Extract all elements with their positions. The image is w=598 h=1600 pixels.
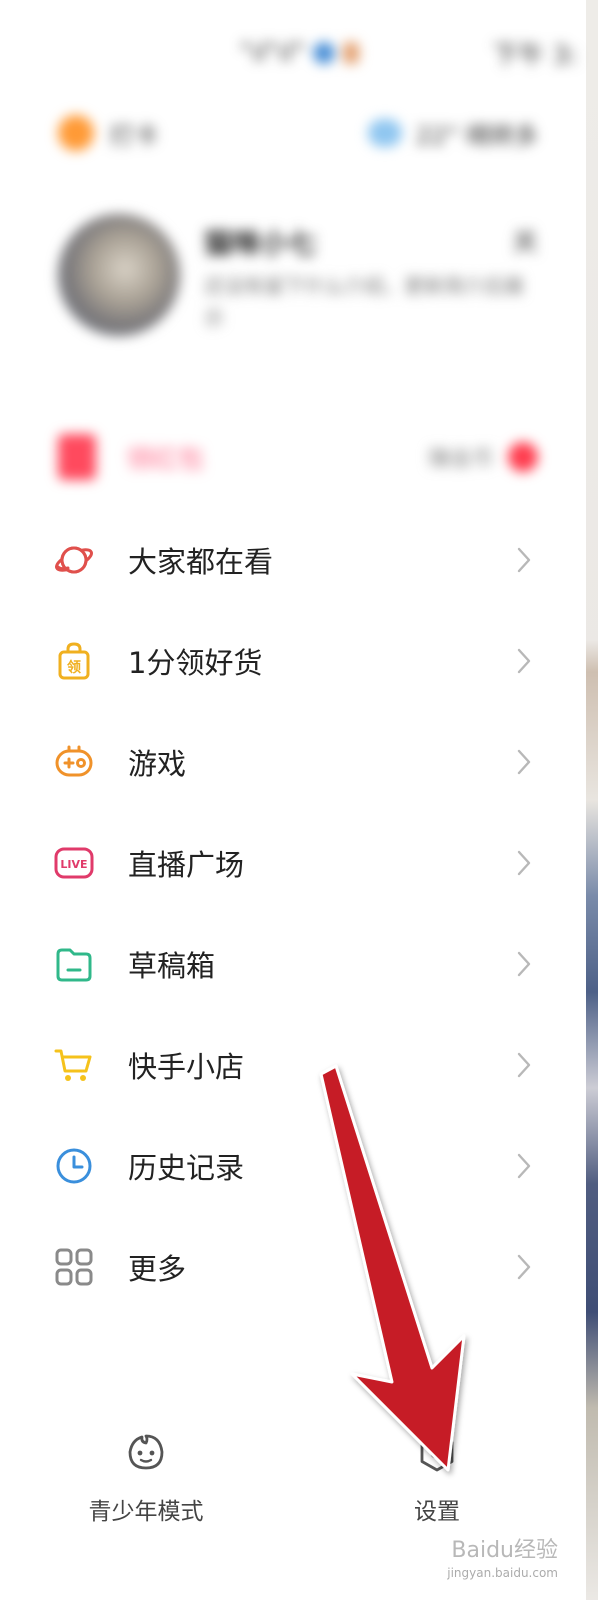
menu-list: 大家都在看 领 1分领好货 游戏 LIVE 直播广场 草稿箱 快手小店 历史记录… bbox=[0, 509, 586, 1317]
status-icons: "ıl"ıl" bbox=[240, 38, 359, 68]
avatar[interactable] bbox=[58, 214, 180, 336]
top-row: 打卡 22° 晴转多 bbox=[58, 108, 538, 158]
chevron-right-icon bbox=[514, 849, 534, 877]
grid-icon bbox=[54, 1247, 94, 1287]
checkin-button[interactable]: 打卡 bbox=[58, 115, 158, 151]
child-face-icon bbox=[124, 1430, 168, 1478]
battery-icon bbox=[342, 42, 359, 64]
gift-bag-icon: 领 bbox=[54, 641, 94, 681]
menu-item-live[interactable]: LIVE 直播广场 bbox=[0, 812, 586, 913]
checkin-icon bbox=[58, 115, 94, 151]
chevron-right-icon bbox=[514, 546, 534, 574]
menu-item-drafts[interactable]: 草稿箱 bbox=[0, 913, 586, 1014]
cart-icon bbox=[54, 1045, 94, 1085]
live-icon-text: LIVE bbox=[60, 858, 87, 871]
bottom-bar: 青少年模式 设置 bbox=[0, 1430, 586, 1540]
chevron-right-icon bbox=[514, 1051, 534, 1079]
settings-button[interactable]: 设置 bbox=[404, 1430, 470, 1526]
promo-label: 领红包 bbox=[126, 444, 205, 475]
weather-widget[interactable]: 22° 晴转多 bbox=[367, 116, 538, 151]
live-icon: LIVE bbox=[54, 843, 94, 883]
gamepad-icon bbox=[54, 742, 94, 782]
weather-label: 22° 晴转多 bbox=[415, 121, 538, 150]
gift-bag-icon-text: 领 bbox=[67, 659, 81, 676]
watermark-text: Baidu经验 bbox=[451, 1538, 558, 1563]
watermark: Baidu经验 jingyan.baidu.com bbox=[447, 1540, 558, 1584]
chevron-right-icon bbox=[514, 748, 534, 776]
promo-right-label: 赚金币 bbox=[427, 447, 494, 472]
menu-label: 快手小店 bbox=[128, 1049, 245, 1084]
menu-item-trending[interactable]: 大家都在看 bbox=[0, 509, 586, 610]
settings-label: 设置 bbox=[414, 1499, 460, 1525]
folder-icon bbox=[54, 944, 94, 984]
menu-item-more[interactable]: 更多 bbox=[0, 1216, 586, 1317]
planet-icon bbox=[54, 540, 94, 580]
promo-left: 领红包 bbox=[58, 434, 204, 480]
menu-item-deals[interactable]: 领 1分领好货 bbox=[0, 610, 586, 711]
chevron-right-icon bbox=[514, 950, 534, 978]
profile-card[interactable]: 猫咪小七 关 还没有留下什么介绍，更新简介后展示 bbox=[58, 214, 538, 344]
teen-mode-button[interactable]: 青少年模式 bbox=[86, 1430, 206, 1526]
status-time: 下午 3: bbox=[492, 40, 578, 71]
checkin-label: 打卡 bbox=[110, 121, 158, 150]
menu-label: 历史记录 bbox=[128, 1150, 245, 1185]
menu-label: 1分领好货 bbox=[128, 645, 263, 680]
chevron-right-icon bbox=[514, 647, 534, 675]
watermark-subtext: jingyan.baidu.com bbox=[447, 1566, 558, 1580]
wifi-icon bbox=[312, 42, 335, 64]
coin-icon bbox=[508, 442, 538, 472]
profile-bio: 还没有留下什么介绍，更新简介后展示 bbox=[204, 274, 524, 330]
red-packet-icon bbox=[58, 434, 96, 480]
menu-item-games[interactable]: 游戏 bbox=[0, 711, 586, 812]
clock-icon bbox=[54, 1146, 94, 1186]
menu-label: 游戏 bbox=[128, 746, 187, 781]
signal-indicator: "ıl"ıl" bbox=[240, 38, 305, 68]
profile-follow-count: 关 bbox=[511, 228, 538, 258]
menu-item-history[interactable]: 历史记录 bbox=[0, 1115, 586, 1216]
status-bar: "ıl"ıl" 下午 3: bbox=[240, 28, 578, 78]
promo-row[interactable]: 领红包 赚金币 bbox=[58, 432, 538, 482]
menu-label: 大家都在看 bbox=[128, 544, 274, 579]
profile-name: 猫咪小七 bbox=[204, 227, 317, 260]
background-screen-edge bbox=[586, 0, 598, 1600]
promo-right: 赚金币 bbox=[428, 441, 538, 473]
menu-label: 更多 bbox=[128, 1251, 187, 1286]
chevron-right-icon bbox=[514, 1152, 534, 1180]
menu-item-shop[interactable]: 快手小店 bbox=[0, 1014, 586, 1115]
chevron-right-icon bbox=[514, 1253, 534, 1281]
weather-icon bbox=[367, 119, 402, 147]
menu-label: 草稿箱 bbox=[128, 948, 216, 983]
teen-mode-label: 青少年模式 bbox=[88, 1499, 204, 1525]
side-menu-page: "ıl"ıl" 下午 3: 打卡 22° 晴转多 猫咪小七 关 还没有留下什么介… bbox=[0, 0, 598, 1600]
menu-label: 直播广场 bbox=[128, 847, 245, 882]
settings-icon bbox=[415, 1430, 459, 1478]
